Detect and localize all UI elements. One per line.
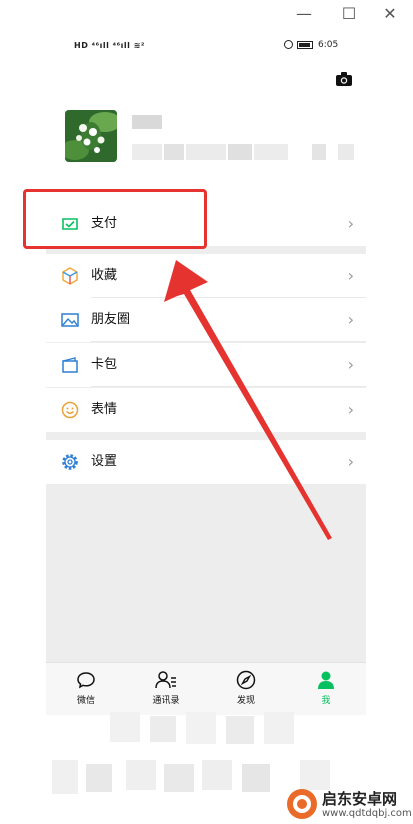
gear-icon (62, 454, 78, 470)
close-button[interactable]: ✕ (379, 6, 401, 28)
menu-label-favorites: 收藏 (91, 268, 118, 283)
minimize-button[interactable]: — (293, 6, 315, 28)
tab-label-me: 我 (321, 696, 331, 706)
tab-label-chats: 微信 (76, 696, 95, 706)
network-indicators: HD ⁴⁶ıll ⁴⁶ıll ≋² (74, 41, 145, 50)
tab-chats[interactable]: 微信 (56, 667, 116, 706)
person-icon (318, 671, 334, 689)
watermark-logo-icon (287, 789, 317, 819)
tab-label-contacts: 通讯录 (152, 696, 180, 706)
moments-icon (61, 313, 79, 327)
tab-contacts[interactable]: 通讯录 (136, 667, 196, 706)
compass-icon (236, 670, 256, 690)
maximize-button[interactable]: ☐ (338, 6, 360, 28)
chevron-right-icon: › (347, 400, 354, 419)
menu-label-moments: 朋友圈 (91, 312, 131, 327)
nickname-blurred (132, 115, 162, 129)
bottom-tab-bar: 微信 通讯录 发现 我 (46, 662, 366, 715)
tab-discover[interactable]: 发现 (216, 667, 276, 706)
battery-icon (297, 41, 313, 49)
status-bar: HD ⁴⁶ıll ⁴⁶ıll ≋² 6:05 (46, 34, 366, 58)
contacts-icon (155, 671, 176, 689)
smiley-icon (61, 401, 79, 419)
card-wallet-icon (62, 357, 78, 373)
blurred-area (110, 712, 300, 748)
tab-me[interactable]: 我 (296, 667, 356, 706)
highlight-box (23, 189, 207, 249)
menu-label-cards: 卡包 (91, 357, 118, 372)
chevron-right-icon: › (347, 266, 354, 285)
annotation-arrow (164, 260, 332, 540)
chevron-right-icon: › (347, 310, 354, 329)
camera-icon[interactable] (336, 72, 352, 86)
chevron-right-icon: › (347, 355, 354, 374)
chevron-right-icon: › (347, 452, 354, 471)
avatar[interactable] (65, 110, 117, 162)
menu-label-settings: 设置 (91, 454, 118, 469)
wechat-id-blurred (132, 144, 356, 160)
clock-text: 6:05 (318, 40, 339, 50)
menu-label-stickers: 表情 (91, 402, 118, 417)
favorites-icon (62, 267, 78, 285)
watermark-url: www.qdtdqbj.com (322, 808, 412, 819)
watermark: 启东安卓网 www.qdtdqbj.com (282, 784, 413, 824)
avatar-image (65, 110, 117, 162)
watermark-name: 启东安卓网 (322, 790, 398, 808)
chevron-right-icon: › (347, 214, 354, 233)
chat-bubble-icon (77, 672, 95, 689)
alarm-icon (284, 40, 293, 49)
tab-label-discover: 发现 (236, 696, 255, 706)
